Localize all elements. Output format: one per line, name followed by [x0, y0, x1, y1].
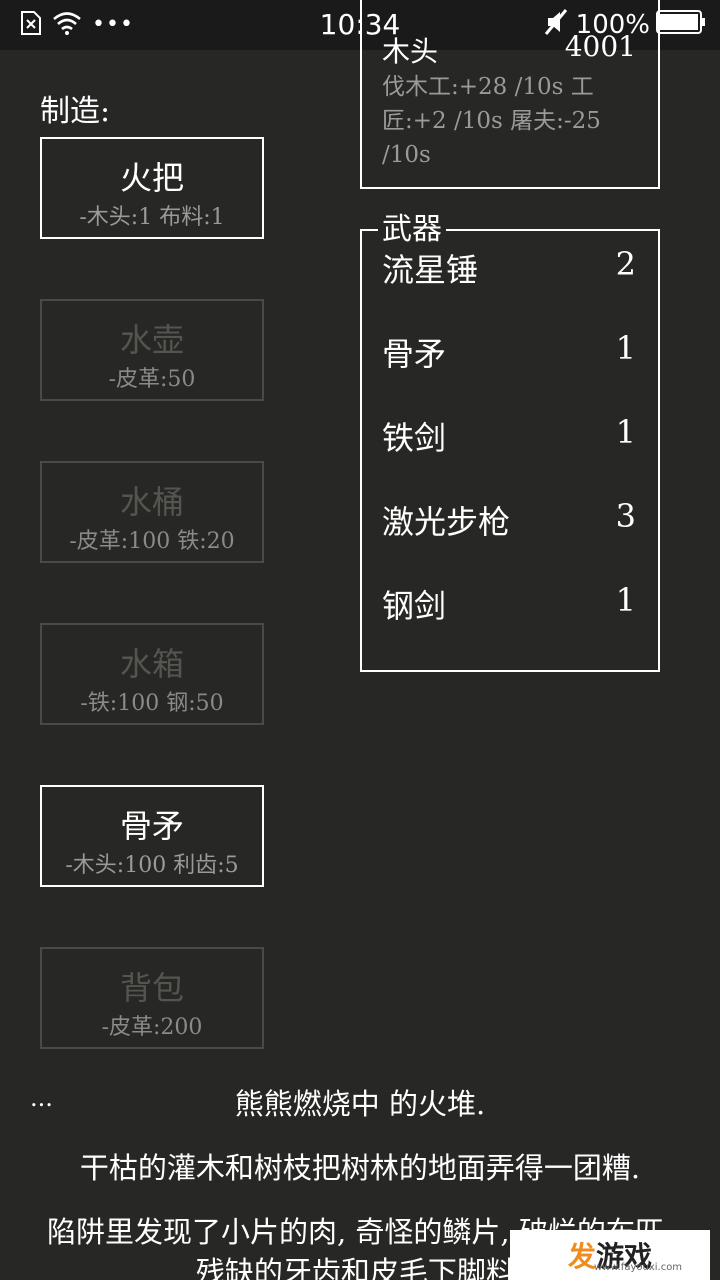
build-button-rucksack[interactable]: 背包 -皮革:200	[40, 947, 264, 1049]
weapon-name: 铁剑	[382, 419, 447, 457]
stores-panel: 木头 4001 伐木工:+28 /10s 工匠:+2 /10s 屠夫:-25 /…	[360, 0, 660, 189]
build-item-cost: -皮革:50	[108, 367, 196, 392]
build-item-name: 火把	[119, 159, 184, 197]
weapon-name: 钢剑	[382, 587, 447, 625]
weapon-count: 1	[615, 329, 636, 367]
build-item-name: 水桶	[119, 483, 184, 521]
build-item-name: 骨矛	[119, 807, 184, 845]
weapon-name: 流星锤	[382, 251, 479, 289]
weapon-row: 流星锤 2	[382, 245, 636, 289]
battery-icon	[656, 9, 706, 42]
store-value: 4001	[564, 30, 636, 63]
weapon-row: 钢剑 1	[382, 581, 636, 625]
weapon-row: 激光步枪 3	[382, 497, 636, 541]
notification-message: 熊熊燃烧中 的火堆.	[234, 1087, 486, 1121]
build-item-cost: -木头:1 布料:1	[79, 205, 225, 230]
build-button-waterskin[interactable]: 水壶 -皮革:50	[40, 299, 264, 401]
build-item-cost: -铁:100 钢:50	[80, 691, 224, 716]
build-item-cost: -皮革:100 铁:20	[69, 529, 235, 554]
build-item-name: 背包	[119, 969, 184, 1007]
store-name: 木头	[382, 35, 439, 68]
build-item-name: 水壶	[119, 321, 184, 359]
weapon-name: 激光步枪	[382, 503, 511, 541]
build-button-bone-spear[interactable]: 骨矛 -木头:100 利齿:5	[40, 785, 264, 887]
weapons-panel: 武器 流星锤 2 骨矛 1 铁剑 1 激光步枪 3 钢剑 1	[360, 211, 660, 672]
weapon-name: 骨矛	[382, 335, 447, 373]
build-button-torch[interactable]: 火把 -木头:1 布料:1	[40, 137, 264, 239]
build-item-name: 水箱	[119, 645, 184, 683]
site-watermark: 发游戏 www.fayouxi.com	[510, 1230, 710, 1280]
weapon-count: 3	[615, 497, 636, 535]
weapons-title: 武器	[378, 211, 446, 249]
weapon-row: 铁剑 1	[382, 413, 636, 457]
weapon-row: 骨矛 1	[382, 329, 636, 373]
watermark-url: www.fayouxi.com	[594, 1262, 683, 1273]
notification-message: 干枯的灌木和树枝把树林的地面弄得一团糟.	[79, 1151, 641, 1185]
app-screen: ••• 10:34 100% 制造: 火把 -木头:1 布料:1 水壶 -皮革:…	[0, 0, 720, 1280]
store-row-wood[interactable]: 木头 4001	[382, 30, 636, 68]
build-button-water-tank[interactable]: 水箱 -铁:100 钢:50	[40, 623, 264, 725]
build-button-cask[interactable]: 水桶 -皮革:100 铁:20	[40, 461, 264, 563]
weapon-count: 2	[615, 245, 636, 283]
build-item-cost: -木头:100 利齿:5	[65, 853, 239, 878]
store-income-tooltip: 伐木工:+28 /10s 工匠:+2 /10s 屠夫:-25 /10s	[382, 74, 601, 168]
weapon-count: 1	[615, 413, 636, 451]
weapon-count: 1	[615, 581, 636, 619]
build-item-cost: -皮革:200	[101, 1015, 203, 1040]
build-label: 制造:	[40, 94, 111, 129]
watermark-logo-accent: 发	[567, 1240, 596, 1273]
